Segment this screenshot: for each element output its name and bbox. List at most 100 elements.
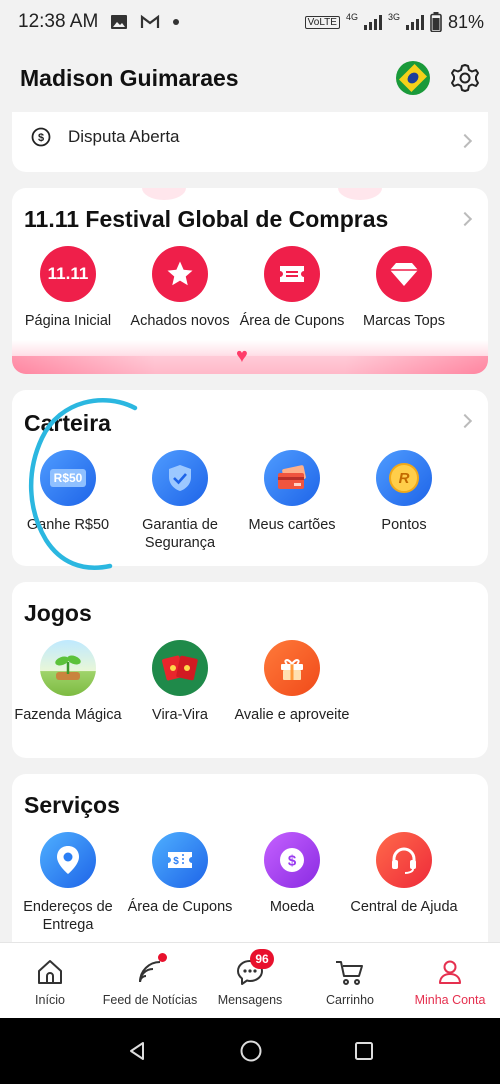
nav-label: Carrinho	[326, 993, 374, 1007]
cart-icon	[336, 961, 363, 985]
svg-text:$: $	[173, 856, 179, 867]
battery-icon	[430, 12, 442, 32]
points-item[interactable]: R Pontos	[348, 450, 460, 552]
item-label: Endereços de Entrega	[23, 899, 113, 933]
home-icon	[38, 960, 62, 984]
festival-home-icon: 11.11	[40, 246, 96, 302]
svg-text:$: $	[38, 132, 44, 144]
nav-label: Mensagens	[217, 993, 283, 1007]
dispute-label: Disputa Aberta	[68, 127, 180, 146]
chevron-right-icon[interactable]	[457, 211, 473, 227]
decor-blob	[142, 188, 186, 200]
currency-item[interactable]: $ Moeda	[236, 832, 348, 934]
earn-cash-icon: R$50	[40, 450, 96, 506]
currency-icon: $	[264, 832, 320, 888]
cards-icon	[264, 450, 320, 506]
item-label: Fazenda Mágica	[14, 707, 122, 723]
item-label: Moeda	[269, 899, 315, 915]
coupons-item[interactable]: Área de Cupons	[236, 246, 348, 330]
image-icon	[111, 15, 128, 29]
rate-enjoy-item[interactable]: Avalie e aproveite	[234, 640, 350, 724]
gift-icon	[264, 640, 320, 696]
user-name: Madison Guimaraes	[20, 64, 239, 91]
item-label: Pontos	[381, 517, 427, 533]
gmail-icon	[141, 14, 160, 28]
star-icon	[152, 246, 208, 302]
flip-cards-item[interactable]: Vira-Vira	[124, 640, 236, 724]
decor-blob	[338, 188, 382, 200]
coupon-area-item[interactable]: $ Área de Cupons	[124, 832, 236, 934]
top-brands-item[interactable]: Marcas Tops	[348, 246, 460, 330]
status-bar: 12:38 AM VoLTE 4G 3G 81%	[0, 0, 500, 44]
nav-label: Minha Conta	[414, 993, 486, 1007]
item-label: Página Inicial	[24, 313, 112, 329]
new-finds-item[interactable]: Achados novos	[124, 246, 236, 330]
brazil-flag-icon[interactable]	[396, 61, 430, 95]
nav-label: Início	[35, 993, 65, 1007]
festival-title: 11.11 Festival Global de Compras	[24, 206, 389, 232]
item-label: Ganhe R$50	[26, 517, 110, 533]
net-4g: 4G	[345, 11, 358, 22]
user-icon	[439, 960, 461, 984]
volte-indicator: VoLTE	[304, 15, 340, 29]
help-center-item[interactable]: Central de Ajuda	[348, 832, 460, 934]
festival-card: 11.11 Festival Global de Compras ♥ 11.11…	[12, 188, 488, 374]
security-guarantee-item[interactable]: Garantia de Segurança	[124, 450, 236, 552]
item-label: Marcas Tops	[363, 313, 445, 329]
earn-cash-icon-text: R$50	[49, 469, 87, 487]
battery-percent: 81%	[447, 11, 484, 32]
farm-sprout-icon	[40, 640, 96, 696]
headset-icon	[376, 832, 432, 888]
system-nav-bar	[0, 1018, 500, 1084]
item-label: Área de Cupons	[127, 899, 233, 915]
item-label: Central de Ajuda	[350, 899, 458, 915]
bottom-navigation: Início Feed de Notícias 96 Mensagens Car…	[0, 942, 500, 1018]
home-circle-icon[interactable]	[239, 1039, 263, 1063]
item-label: Área de Cupons	[239, 313, 345, 329]
item-label: Achados novos	[130, 313, 230, 329]
festival-wave-decor	[12, 356, 488, 374]
notification-dot	[158, 953, 167, 962]
festival-home-item[interactable]: 11.11 Página Inicial	[12, 246, 124, 330]
diamond-icon	[376, 246, 432, 302]
account-header: Madison Guimaraes	[0, 44, 500, 112]
chevron-right-icon	[457, 133, 473, 149]
delivery-addresses-item[interactable]: Endereços de Entrega	[12, 832, 124, 934]
games-card: Jogos Fazenda Mágica Vira-Vira Avalie e …	[12, 582, 488, 758]
my-cards-item[interactable]: Meus cartões	[236, 450, 348, 552]
services-card: Serviços Endereços de Entrega $ Área de …	[12, 774, 488, 942]
item-label: Garantia de Segurança	[142, 517, 218, 551]
nav-feed[interactable]: Feed de Notícias	[100, 943, 200, 1018]
item-label: Vira-Vira	[152, 707, 208, 723]
nav-label: Feed de Notícias	[102, 993, 198, 1007]
svg-text:$: $	[288, 853, 297, 870]
wallet-card: Carteira R$50 Ganhe R$50 Garantia de Seg…	[12, 390, 488, 566]
recents-icon[interactable]	[354, 1041, 374, 1061]
signal-icon	[363, 14, 382, 30]
ticket-icon	[264, 246, 320, 302]
item-label: Avalie e aproveite	[234, 707, 350, 723]
dot-icon	[173, 19, 180, 25]
open-dispute-row[interactable]: $ Disputa Aberta	[12, 112, 488, 172]
nav-messages[interactable]: 96 Mensagens	[200, 943, 300, 1018]
shield-check-icon	[152, 450, 208, 506]
earn-cash-item[interactable]: R$50 Ganhe R$50	[12, 450, 124, 552]
services-title: Serviços	[24, 792, 120, 818]
coupon-icon: $	[152, 832, 208, 888]
chevron-right-icon[interactable]	[457, 413, 473, 429]
nav-cart[interactable]: Carrinho	[300, 943, 400, 1018]
flip-cards-icon	[152, 640, 208, 696]
nav-my-account[interactable]: Minha Conta	[400, 943, 500, 1018]
net-3g: 3G	[387, 11, 400, 22]
wallet-title: Carteira	[24, 410, 111, 436]
magic-farm-item[interactable]: Fazenda Mágica	[12, 640, 124, 724]
item-label: Meus cartões	[248, 517, 336, 533]
location-pin-icon	[40, 832, 96, 888]
dollar-cycle-icon: $	[31, 127, 51, 147]
nav-home[interactable]: Início	[0, 943, 100, 1018]
signal-icon-2	[405, 14, 424, 30]
gear-icon[interactable]	[448, 61, 482, 95]
status-time: 12:38 AM	[18, 11, 99, 32]
back-icon[interactable]	[126, 1040, 148, 1062]
points-coin-icon: R	[376, 450, 432, 506]
